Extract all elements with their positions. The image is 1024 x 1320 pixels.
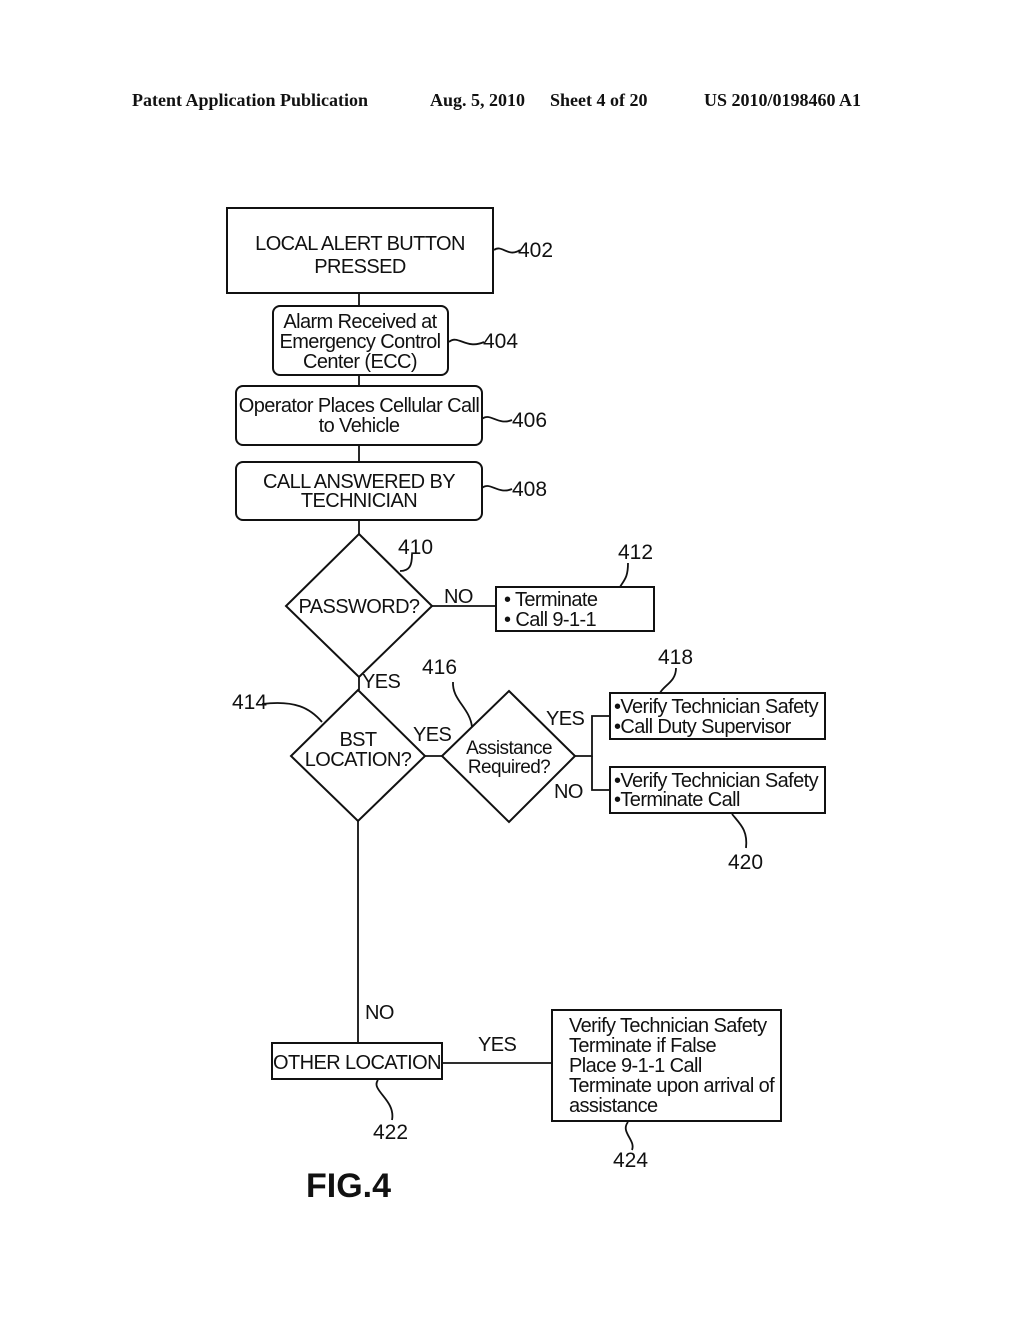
node-414-line-2: LOCATION? (305, 749, 412, 771)
leader-418 (659, 667, 677, 694)
edge-label-password-no: NO (444, 586, 473, 608)
leader-416 (452, 681, 473, 728)
node-422: OTHER LOCATION 422 YES (271, 1034, 517, 1144)
node-414-line-1: BST (339, 729, 376, 751)
leader-408 (481, 485, 513, 492)
node-424-line-1: Verify Technician Safety (569, 1015, 767, 1037)
node-424: Verify Technician Safety Terminate if Fa… (551, 1009, 782, 1172)
node-422-line-1: OTHER LOCATION (273, 1052, 441, 1074)
ref-416: 416 (422, 656, 457, 679)
leader-406 (481, 416, 513, 423)
edge-label-assist-no: NO (554, 781, 583, 803)
ref-406: 406 (512, 409, 547, 432)
ref-414: 414 (232, 691, 267, 714)
ref-404: 404 (483, 330, 518, 353)
edge-416-420 (591, 756, 610, 791)
node-408-line-2: TECHNICIAN (301, 490, 417, 512)
ref-422: 422 (373, 1121, 408, 1144)
node-424-line-2: Terminate if False (569, 1035, 717, 1057)
node-412-line-2: • Call 9-1-1 (504, 609, 597, 631)
ref-424: 424 (613, 1149, 648, 1172)
leader-414 (261, 702, 323, 723)
node-410-line-1: PASSWORD? (299, 596, 420, 618)
node-406: Operator Places Cellular Call to Vehicle… (235, 385, 547, 446)
ref-420: 420 (728, 851, 763, 874)
leader-412 (619, 562, 629, 588)
node-404-line-1: Alarm Received at (283, 311, 437, 333)
node-424-line-3: Place 9-1-1 Call (569, 1055, 702, 1077)
leader-404 (448, 338, 485, 346)
node-418: •Verify Technician Safety •Call Duty Sup… (609, 646, 826, 740)
node-418-line-1: •Verify Technician Safety (614, 696, 819, 718)
node-406-line-1: Operator Places Cellular Call (239, 395, 480, 417)
node-416-line-1: Assistance (466, 738, 552, 759)
edge-label-password-yes: YES (362, 671, 400, 693)
node-404: Alarm Received at Emergency Control Cent… (272, 305, 518, 376)
node-420: •Verify Technician Safety •Terminate Cal… (609, 766, 826, 874)
node-404-line-3: Center (ECC) (303, 351, 417, 373)
ref-410: 410 (398, 536, 433, 559)
node-424-line-5: assistance (569, 1095, 658, 1117)
ref-412: 412 (618, 541, 653, 564)
node-408: CALL ANSWERED BY TECHNICIAN 408 (235, 461, 547, 521)
node-406-line-2: to Vehicle (319, 415, 400, 437)
node-404-line-2: Emergency Control (280, 331, 441, 353)
ref-408: 408 (512, 478, 547, 501)
ref-418: 418 (658, 646, 693, 669)
edge-label-other-yes: YES (478, 1034, 516, 1056)
node-418-line-2: •Call Duty Supervisor (614, 716, 792, 738)
leader-422 (375, 1079, 394, 1121)
edge-label-bst-yes: YES (413, 724, 451, 746)
node-412: • Terminate • Call 9-1-1 412 (495, 541, 655, 632)
node-402-line-2: PRESSED (314, 256, 406, 278)
node-416-line-2: Required? (468, 757, 550, 778)
node-412-line-1: • Terminate (504, 589, 598, 611)
figure-label: FIG.4 (306, 1167, 391, 1205)
leader-420 (731, 813, 748, 849)
node-420-line-2: •Terminate Call (614, 789, 740, 811)
ref-402: 402 (518, 239, 553, 262)
node-424-line-4: Terminate upon arrival of (569, 1075, 775, 1097)
node-402-line-1: LOCAL ALERT BUTTON (255, 233, 465, 255)
leader-402 (493, 247, 521, 254)
flowchart: LOCAL ALERT BUTTON PRESSED 402 Alarm Rec… (226, 207, 826, 1205)
edge-label-assist-yes: YES (546, 708, 584, 730)
edge-label-bst-no: NO (365, 1002, 394, 1024)
leader-424 (624, 1121, 634, 1151)
node-414: BST LOCATION? 414 YES NO (232, 688, 452, 1024)
